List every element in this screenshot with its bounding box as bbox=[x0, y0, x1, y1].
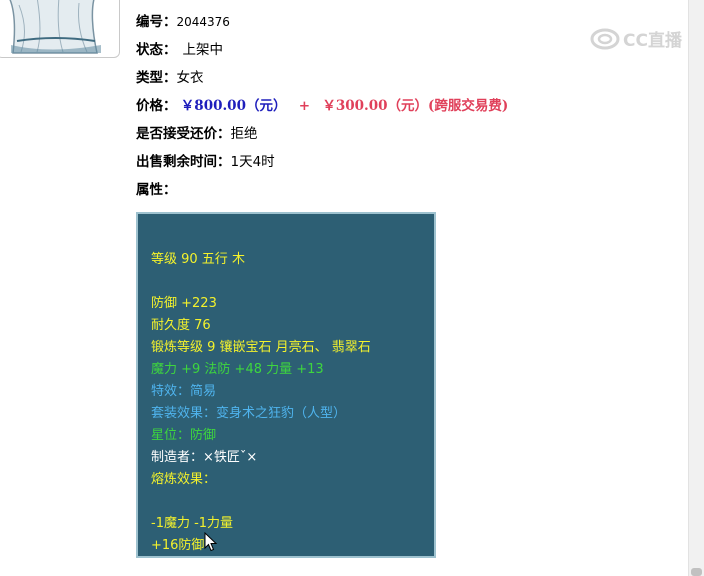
bargain-row: 是否接受还价：拒绝 bbox=[136, 122, 258, 142]
attr-durability: 耐久度 76 bbox=[151, 318, 211, 333]
attribute-panel: 等级 90 五行 木 防御 +223 耐久度 76 锻炼等级 9 镶嵌宝石 月亮… bbox=[136, 212, 436, 558]
item-id-value: 2044376 bbox=[176, 15, 230, 29]
attr-level-element: 等级 90 五行 木 bbox=[151, 252, 245, 267]
type-value: 女衣 bbox=[176, 70, 204, 86]
attr-smelt-plus: +16防御 bbox=[151, 538, 205, 553]
cc-live-watermark: CC直播 bbox=[590, 26, 682, 51]
attr-star-position: 星位：防御 bbox=[151, 428, 217, 443]
remaining-time-row: 出售剩余时间：1天4时 bbox=[136, 150, 275, 170]
item-id-label: 编号： bbox=[136, 14, 177, 30]
attr-maker: 制造者：×铁匠ˇ× bbox=[151, 450, 258, 465]
scrollbar-thumb[interactable] bbox=[691, 568, 702, 576]
item-avatar bbox=[0, 0, 120, 58]
item-id-row: 编号：2044376 bbox=[136, 10, 230, 30]
cross-server-fee-value: ￥300.00（元）(跨服交易费) bbox=[322, 98, 509, 114]
attr-set-effect: 套装效果：变身术之狂豹（人型） bbox=[151, 406, 347, 421]
attr-special-effect: 特效：简易 bbox=[151, 384, 217, 399]
price-plus-sign: + bbox=[298, 98, 311, 114]
remaining-time-label: 出售剩余时间： bbox=[136, 154, 231, 170]
status-row: 状态： 上架中 bbox=[136, 38, 223, 58]
page-scrollbar[interactable] bbox=[688, 0, 704, 576]
character-figure-icon bbox=[9, 0, 101, 54]
attr-stats: 魔力 +9 法防 +48 力量 +13 bbox=[151, 362, 324, 377]
remaining-time-value: 1天4时 bbox=[230, 154, 275, 170]
cc-logo-icon bbox=[590, 28, 620, 49]
attr-smelt-label: 熔炼效果： bbox=[151, 472, 217, 487]
watermark-text: CC直播 bbox=[623, 31, 682, 51]
mouse-cursor-icon bbox=[204, 532, 218, 552]
attr-forge-gems: 锻炼等级 9 镶嵌宝石 月亮石、 翡翠石 bbox=[151, 340, 371, 355]
type-label: 类型： bbox=[136, 70, 177, 86]
attr-defense: 防御 +223 bbox=[151, 296, 217, 311]
type-row: 类型：女衣 bbox=[136, 66, 204, 86]
price-row: 价格： ￥800.00（元） + ￥300.00（元）(跨服交易费) bbox=[136, 94, 508, 114]
attr-smelt-minus: -1魔力 -1力量 bbox=[151, 516, 234, 531]
attributes-row: 属性： bbox=[136, 178, 177, 198]
attributes-label: 属性： bbox=[136, 182, 177, 198]
status-value: 上架中 bbox=[182, 42, 224, 58]
price-main-value: ￥800.00（元） bbox=[180, 98, 287, 114]
price-label: 价格： bbox=[136, 98, 177, 114]
bargain-value: 拒绝 bbox=[230, 126, 258, 142]
bargain-label: 是否接受还价： bbox=[136, 126, 231, 142]
status-label: 状态： bbox=[136, 42, 177, 58]
